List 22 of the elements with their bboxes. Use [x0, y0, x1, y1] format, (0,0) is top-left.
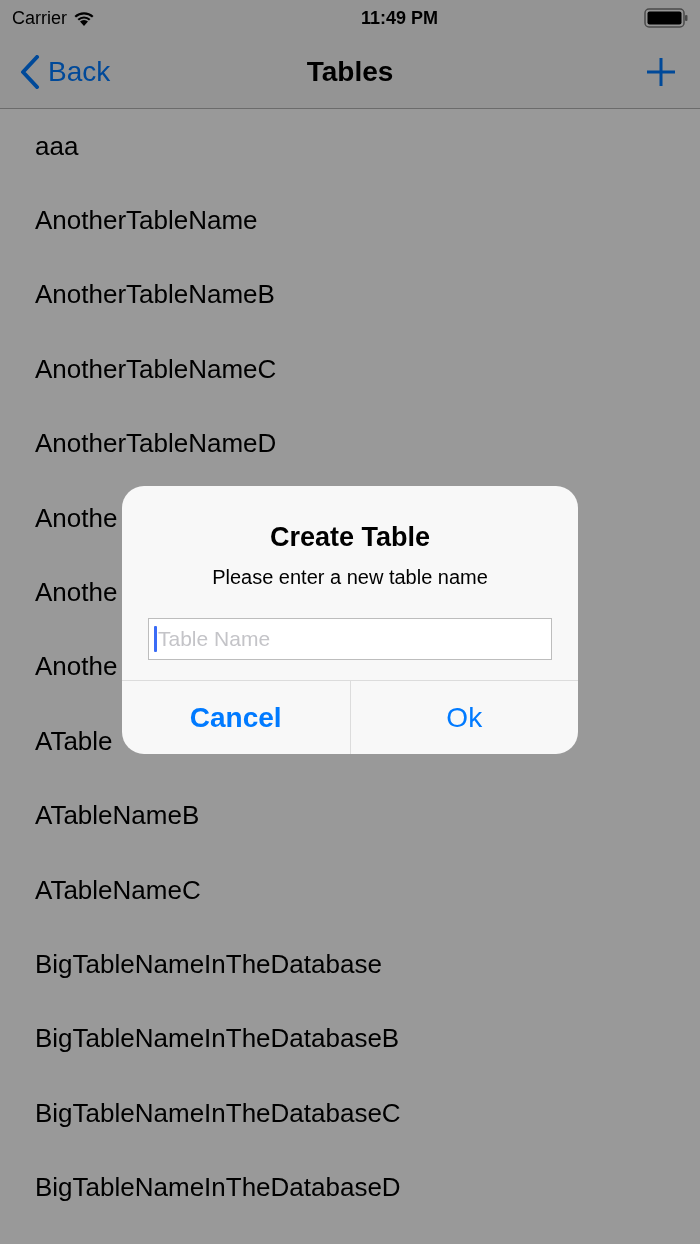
table-row[interactable]: BigTableNameInTheDatabaseB: [0, 1001, 700, 1077]
table-row[interactable]: BigTableNameInTheDatabase: [0, 927, 700, 1002]
plus-icon: [646, 57, 676, 87]
table-row[interactable]: ATableNameB: [0, 778, 700, 853]
clock-time: 11:49 PM: [361, 6, 439, 30]
table-row[interactable]: AnotherTableNameB: [0, 257, 700, 333]
table-row[interactable]: aaa: [0, 109, 700, 184]
table-row[interactable]: AnotherTableName: [0, 183, 700, 258]
table-row[interactable]: AnotherTableNameD: [0, 406, 700, 481]
table-row[interactable]: BigTableNameInTheDatabaseD: [0, 1150, 700, 1225]
carrier-label: Carrier: [12, 6, 67, 30]
table-row[interactable]: ATableNameC: [0, 852, 700, 928]
chevron-left-icon: [20, 55, 40, 89]
alert-title: Create Table: [269, 522, 431, 552]
table-row[interactable]: BigTableNameInTheDatabaseC: [0, 1076, 700, 1151]
nav-title: Tables: [306, 55, 394, 89]
wifi-icon: [73, 10, 95, 26]
table-name-field[interactable]: Table Name: [148, 618, 552, 660]
alert-button[interactable]: Ok: [349, 681, 578, 754]
table-row[interactable]: AnotherTableNameC: [0, 332, 700, 407]
alert-message: Please enter a new table name: [212, 565, 488, 590]
alert-button[interactable]: Cancel: [122, 681, 350, 754]
